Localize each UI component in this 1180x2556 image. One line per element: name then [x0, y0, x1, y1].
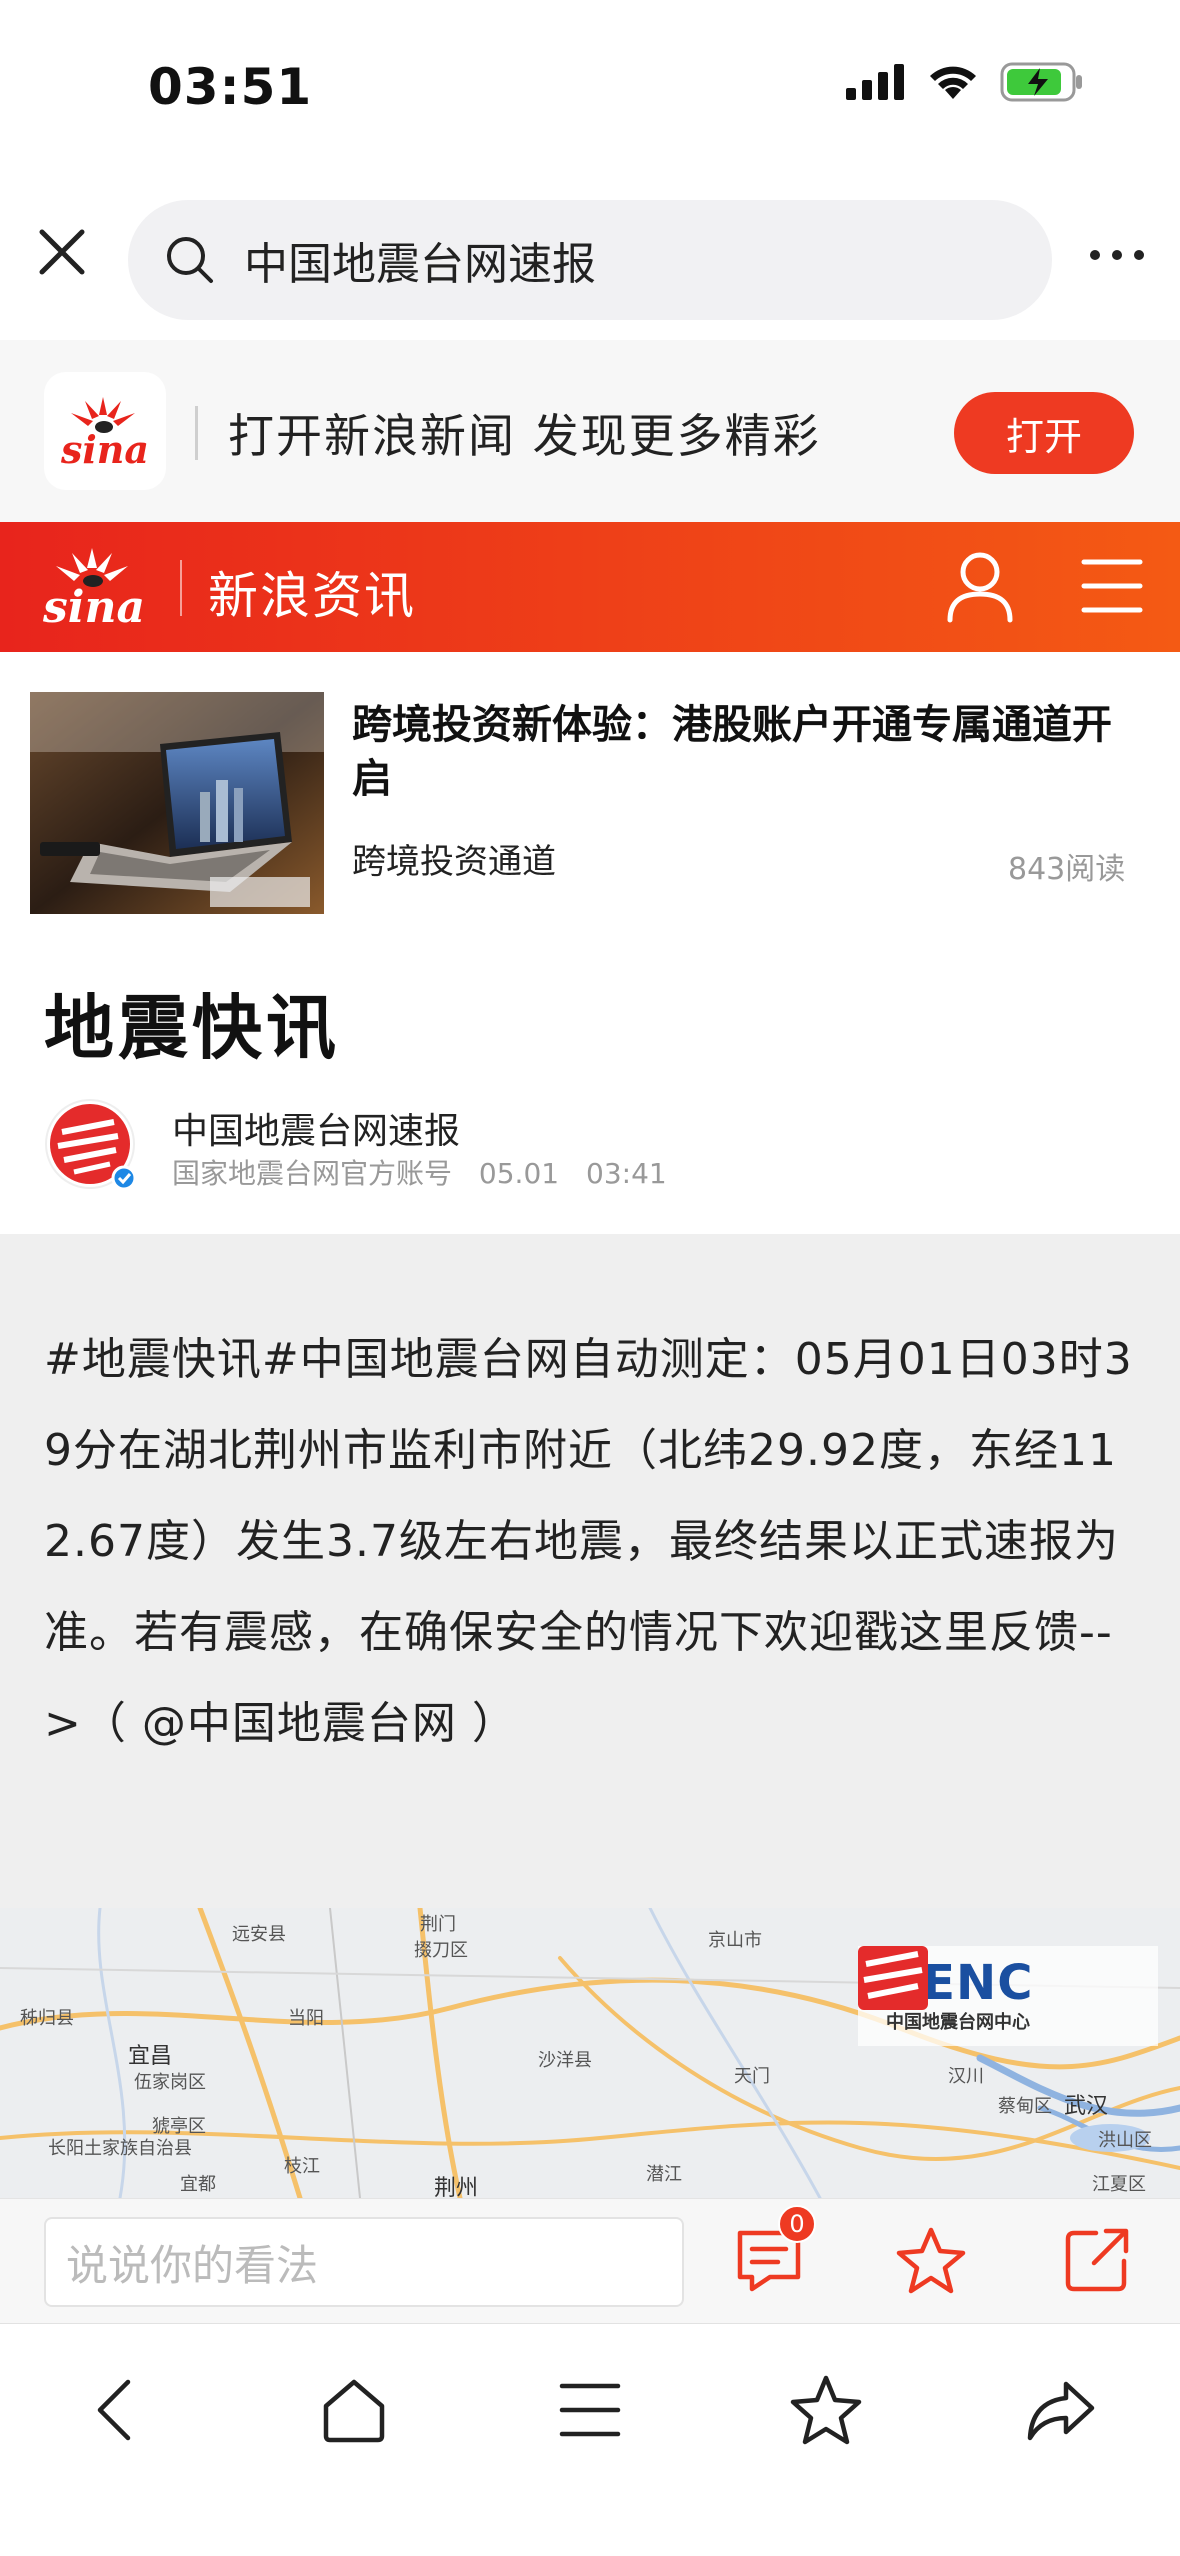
svg-text:sina: sina	[60, 427, 149, 471]
author-name[interactable]: 中国地震台网速报	[172, 1102, 460, 1154]
map-label: 掇刀区	[414, 1940, 468, 1961]
nav-divider	[180, 560, 182, 616]
article-text: #地震快讯#中国地震台网自动测定：05月01日03时39分在湖北荆州市监利市附近…	[44, 1334, 1133, 1749]
user-icon[interactable]	[945, 550, 1015, 624]
map-label: 荆州	[434, 2176, 479, 2198]
author-description: 国家地震台网官方账号	[172, 1157, 453, 1190]
article-header: 地震快讯 中国地震台网速报 国家地震台网官方账号 05.01 03:41	[0, 922, 1180, 1234]
sina-app-logo: sina	[44, 372, 166, 490]
comment-count-badge: 0	[778, 2205, 816, 2243]
more-icon[interactable]	[1085, 235, 1149, 275]
map-label: 洪山区	[1098, 2130, 1152, 2151]
publish-time: 03:41	[586, 1157, 667, 1190]
signal-icon	[846, 64, 904, 100]
svg-text:sina: sina	[42, 582, 145, 630]
author-avatar[interactable]	[44, 1098, 136, 1190]
nav-title: 新浪资讯	[208, 567, 416, 625]
map-label: 枝江	[284, 2156, 320, 2177]
close-icon[interactable]	[30, 220, 94, 284]
article-title: 地震快讯	[44, 987, 340, 1069]
ad-title[interactable]: 跨境投资新体验：港股账户开通专属通道开启	[352, 698, 1132, 806]
map-label: 京山市	[708, 1930, 762, 1951]
comment-bar: 说说你的看法 0	[0, 2198, 1180, 2323]
map-label: 武汉	[1064, 2094, 1109, 2119]
open-app-button[interactable]: 打开	[954, 392, 1134, 474]
share-icon[interactable]	[1062, 2225, 1132, 2295]
comment-input[interactable]: 说说你的看法	[44, 2217, 684, 2307]
map-label: 远安县	[232, 1924, 286, 1945]
map-label: 伍家岗区	[134, 2072, 206, 2093]
map-label: 长阳土家族自治县	[48, 2138, 192, 2159]
menu-icon[interactable]	[1080, 554, 1144, 618]
map-label: 秭归县	[20, 2008, 74, 2029]
site-nav: sina 新浪资讯	[0, 522, 1180, 652]
map-label: 荆门	[420, 1914, 456, 1935]
sina-logo[interactable]: sina	[30, 544, 160, 630]
map-label: 汉川	[948, 2066, 984, 2087]
author-meta: 国家地震台网官方账号 05.01 03:41	[172, 1152, 685, 1192]
forward-icon[interactable]	[1022, 2370, 1102, 2450]
map-label: 当阳	[288, 2008, 324, 2029]
search-query[interactable]: 中国地震台网速报	[244, 228, 596, 292]
app-download-banner: sina 打开新浪新闻 发现更多精彩 打开	[0, 340, 1180, 522]
map-label: 潜江	[646, 2164, 682, 2185]
article-body: #地震快讯#中国地震台网自动测定：05月01日03时39分在湖北荆州市监利市附近…	[0, 1234, 1180, 1908]
ad-laptop-image	[30, 692, 324, 914]
map-label: 蔡甸区	[998, 2096, 1052, 2117]
ad-card[interactable]: 跨境投资新体验：港股账户开通专属通道开启 跨境投资通道 843阅读	[0, 652, 1180, 922]
map-label: 江夏区	[1092, 2174, 1146, 2195]
sina-logo: sina	[60, 397, 149, 471]
map-label: 天门	[734, 2066, 770, 2087]
banner-promo-text: 打开新浪新闻 发现更多精彩	[228, 409, 821, 463]
cenc-logo-subtext: 中国地震台网中心	[886, 2012, 1030, 2033]
ad-read-count: 843阅读	[1008, 852, 1126, 887]
home-icon[interactable]	[314, 2370, 394, 2450]
back-icon[interactable]	[78, 2370, 158, 2450]
cenc-logo: CENC 中国地震台网中心	[858, 1946, 1158, 2046]
search-bar[interactable]: 中国地震台网速报	[128, 200, 1052, 320]
search-icon	[167, 237, 213, 283]
ad-source: 跨境投资通道	[352, 842, 556, 882]
tabs-icon[interactable]	[550, 2370, 630, 2450]
cenc-emblem-icon	[858, 1946, 928, 2010]
bookmark-icon[interactable]	[786, 2370, 866, 2450]
status-time: 03:51	[148, 58, 313, 116]
map-label: 沙洋县	[538, 2050, 592, 2071]
wifi-icon	[930, 66, 976, 99]
status-icons	[846, 62, 1084, 102]
map-label: 宜昌	[128, 2044, 173, 2069]
earthquake-map[interactable]: 远安县 荆门 掇刀区 京山市 秭归县 当阳 沙洋县 宜昌 伍家岗区 天门 汉川 …	[0, 1908, 1180, 2198]
publish-date: 05.01	[478, 1157, 560, 1190]
banner-divider	[195, 406, 198, 460]
battery-icon	[1000, 62, 1082, 102]
search-header: 中国地震台网速报	[0, 175, 1180, 340]
map-label: 宜都	[180, 2174, 216, 2195]
status-bar: 03:51	[0, 0, 1180, 175]
browser-toolbar	[0, 2323, 1180, 2556]
star-icon[interactable]	[896, 2225, 966, 2295]
